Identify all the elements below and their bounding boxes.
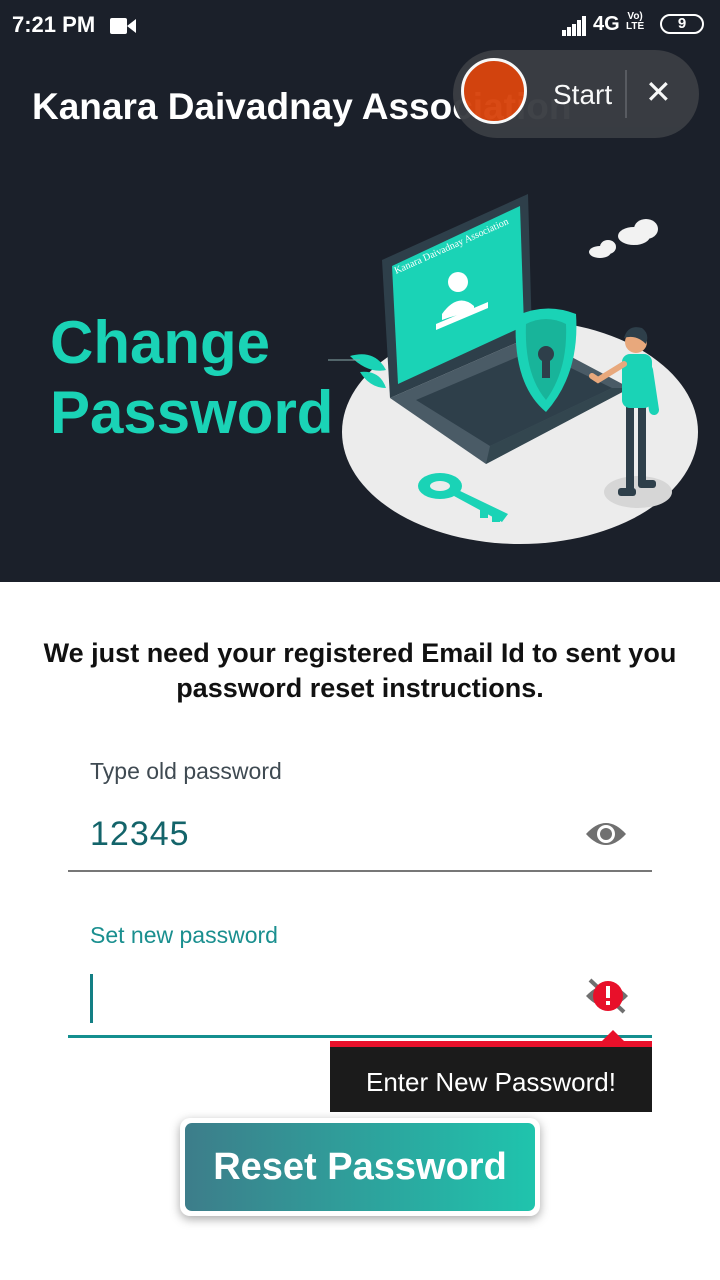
signal-icon [562, 16, 586, 36]
close-icon[interactable]: ✕ [645, 72, 672, 112]
old-password-underline [68, 870, 652, 872]
recorder-divider [625, 70, 627, 118]
new-password-underline [68, 1035, 652, 1038]
error-icon [586, 978, 628, 1014]
screen-recorder-overlay: Start ✕ [453, 50, 699, 138]
text-caret [90, 974, 93, 1023]
record-start-button[interactable]: Start [553, 79, 612, 111]
new-password-input[interactable] [90, 974, 570, 1024]
error-tooltip: Enter New Password! [330, 1030, 652, 1112]
reset-password-label[interactable]: Reset Password [185, 1123, 535, 1211]
status-time: 7:21 PM [12, 12, 96, 37]
reset-password-button[interactable]: Reset Password [180, 1118, 540, 1216]
status-bar: 7:21 PM 4G Vo) LTE 9 [0, 0, 720, 52]
record-button[interactable] [461, 58, 527, 124]
old-password-label: Type old password [90, 758, 282, 784]
hero-banner: Change Password Kanara Daivadnay Associa… [0, 162, 720, 582]
security-laptop-illustration: Kanara Daivadnay Association [328, 194, 698, 544]
error-message: Enter New Password! [366, 1067, 616, 1097]
instructions-text: We just need your registered Email Id to… [43, 638, 677, 703]
error-tooltip-arrow [602, 1030, 624, 1041]
error-tooltip-box: Enter New Password! [330, 1047, 652, 1112]
network-type: 4G [593, 13, 620, 35]
cloud-icon [589, 219, 658, 258]
video-camera-icon [110, 18, 136, 34]
eye-icon[interactable] [584, 816, 628, 852]
old-password-input[interactable]: 12345 [90, 815, 190, 854]
battery-indicator: 9 [660, 14, 704, 34]
volte-indicator: Vo) LTE [626, 11, 645, 32]
hero-title: Change Password [50, 309, 334, 446]
new-password-label: Set new password [90, 922, 278, 948]
